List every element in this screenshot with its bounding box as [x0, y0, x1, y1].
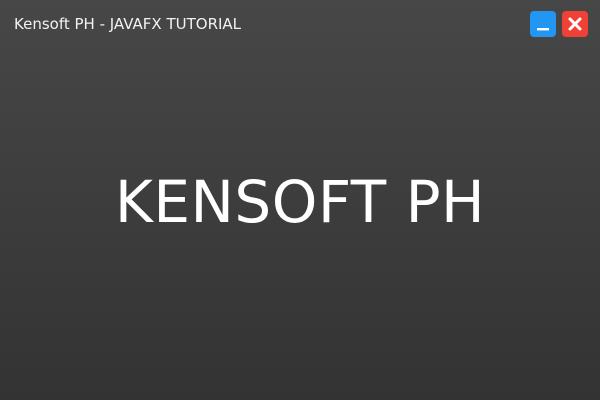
minimize-icon [537, 28, 549, 31]
title-bar[interactable]: Kensoft PH - JAVAFX TUTORIAL [0, 0, 600, 48]
minimize-button[interactable] [530, 11, 556, 37]
window-title: Kensoft PH - JAVAFX TUTORIAL [14, 15, 242, 33]
close-button[interactable] [562, 11, 588, 37]
close-icon [568, 17, 582, 31]
brand-label: KENSOFT PH [114, 168, 486, 236]
app-window: Kensoft PH - JAVAFX TUTORIAL KENSOFT PH [0, 0, 600, 400]
